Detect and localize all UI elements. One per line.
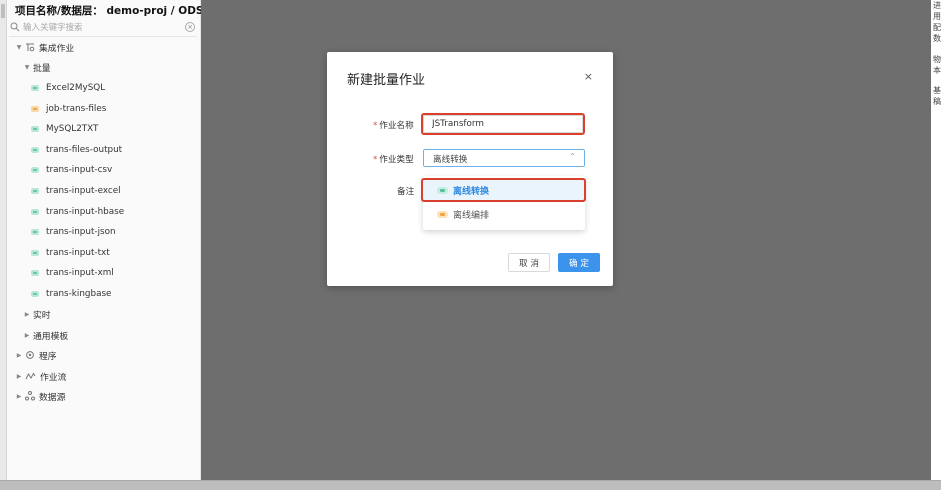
right-side-panel: 进 用 配 数 物 本 基 稿 — [931, 0, 941, 480]
new-batch-job-dialog: 新建批量作业 × *作业名称 *作业类型 离线转换 ⌃ 备注 离线转换 离线编排… — [327, 52, 613, 286]
tree-node-job[interactable]: trans-input-xml — [31, 264, 114, 282]
tree-label: trans-input-csv — [46, 165, 113, 176]
right-panel-char: 进 — [933, 1, 941, 10]
search-bar: × — [9, 20, 197, 37]
tree-node-job[interactable]: trans-input-hbase — [31, 203, 124, 221]
tree-node-job[interactable]: Excel2MySQL — [31, 79, 105, 97]
confirm-button[interactable]: 确 定 — [558, 253, 600, 272]
right-panel-char: 稿 — [933, 97, 941, 106]
tree-node-job[interactable]: trans-kingbase — [31, 285, 111, 303]
tree-label: Excel2MySQL — [46, 83, 106, 93]
orchestration-job-icon — [31, 105, 39, 112]
workflow-icon — [25, 372, 36, 379]
option-label: 离线转换 — [453, 187, 490, 197]
job-name-input[interactable] — [423, 115, 583, 133]
job-type-label: * 作业类型 — [373, 153, 414, 165]
bottom-bar — [0, 480, 941, 490]
batch-job-icon — [31, 167, 39, 174]
tree-node-datasource[interactable]: ▶ 数据源 — [15, 387, 65, 405]
tree-node-job[interactable]: trans-input-json — [31, 223, 116, 241]
tree-node-integration[interactable]: ▼ 集成作业 — [15, 38, 74, 56]
dropdown-option-offline-transform[interactable]: 离线转换 — [423, 180, 585, 201]
tree-label: job-trans-files — [46, 103, 107, 114]
tree-node-template[interactable]: ▶ 通用模板 — [23, 326, 69, 344]
tree-node-program[interactable]: ▶ 程序 — [15, 346, 57, 364]
tree-label: trans-input-txt — [46, 247, 110, 258]
tree-label: 通用模板 — [33, 331, 69, 342]
tree-label: MySQL2TXT — [46, 124, 99, 135]
batch-job-icon — [31, 291, 39, 297]
chevron-up-icon[interactable]: ⌃ — [569, 152, 576, 161]
right-panel-char: 数 — [933, 34, 941, 43]
tree-label: 程序 — [39, 351, 57, 362]
batch-job-icon — [31, 249, 39, 256]
cancel-button[interactable]: 取 消 — [508, 253, 550, 272]
right-panel-char: 配 — [933, 23, 941, 32]
offline-transform-icon — [437, 187, 448, 194]
integration-icon — [26, 43, 35, 51]
tree-label: trans-kingbase — [46, 289, 112, 299]
tree-node-job[interactable]: MySQL2TXT — [31, 120, 98, 138]
search-input[interactable] — [23, 21, 183, 34]
batch-job-icon — [31, 126, 39, 133]
dialog-title: 新建批量作业 — [347, 73, 426, 88]
batch-job-icon — [31, 85, 39, 91]
tree-node-job[interactable]: trans-input-txt — [31, 244, 110, 262]
tree-label: trans-input-excel — [46, 186, 121, 196]
job-type-select[interactable]: 离线转换 ⌃ — [423, 149, 585, 167]
tree-node-job[interactable]: trans-files-output — [31, 141, 122, 159]
batch-job-icon — [31, 229, 39, 236]
gear-icon — [26, 351, 34, 359]
batch-job-icon — [31, 146, 39, 153]
caret-down-icon[interactable]: ▼ — [23, 64, 31, 71]
remark-label: 备注 — [397, 187, 415, 197]
sidebar: 项目名称/数据层： demo-proj / ODS × ▼ 集成作业 ▼ 批量 … — [7, 0, 204, 480]
job-name-label: * 作业名称 — [373, 119, 414, 131]
job-type-dropdown: 离线转换 离线编排 — [423, 176, 585, 230]
caret-down-icon[interactable]: ▼ — [15, 44, 23, 51]
batch-job-icon — [31, 270, 39, 277]
batch-job-icon — [31, 208, 39, 215]
caret-right-icon[interactable]: ▶ — [23, 332, 31, 339]
tree-label: 实时 — [33, 310, 51, 321]
search-icon — [10, 22, 20, 32]
dropdown-option-offline-orchestration[interactable]: 离线编排 — [423, 204, 585, 225]
offline-orchestration-icon — [437, 211, 448, 218]
job-name-label-text: 作业名称 — [379, 121, 414, 131]
job-type-label-text: 作业类型 — [379, 155, 414, 165]
right-panel-char: 本 — [933, 66, 941, 75]
close-icon[interactable]: × — [584, 70, 593, 83]
tree-label: trans-input-json — [46, 227, 116, 238]
sidebar-title: 项目名称/数据层： demo-proj / ODS — [15, 5, 204, 17]
right-panel-char: 用 — [933, 12, 941, 21]
job-type-selected-value: 离线转换 — [433, 155, 468, 165]
tree-label: trans-files-output — [46, 144, 123, 155]
tree-node-job[interactable]: trans-input-csv — [31, 161, 112, 179]
tree-node-job[interactable]: job-trans-files — [31, 100, 106, 118]
right-panel-char: 物 — [933, 55, 941, 64]
tree-label: 批量 — [33, 63, 51, 74]
tree-label: 作业流 — [40, 372, 67, 383]
tree-label: trans-input-hbase — [46, 206, 125, 217]
tree-node-job[interactable]: trans-input-excel — [31, 182, 121, 200]
option-label: 离线编排 — [453, 211, 490, 221]
left-edge-strip — [0, 0, 7, 490]
caret-right-icon[interactable]: ▶ — [15, 352, 23, 359]
datasource-icon — [25, 391, 35, 401]
tree-label: 集成作业 — [39, 43, 75, 54]
tree-label: 数据源 — [39, 392, 66, 403]
caret-right-icon[interactable]: ▶ — [15, 373, 23, 380]
right-panel-char: 基 — [933, 86, 941, 95]
caret-right-icon[interactable]: ▶ — [15, 393, 23, 400]
tree-node-workflow[interactable]: ▶ 作业流 — [15, 367, 66, 385]
required-marker: * — [373, 155, 378, 165]
clear-icon[interactable]: × — [185, 22, 195, 32]
batch-job-icon — [31, 188, 39, 194]
tree-node-realtime[interactable]: ▶ 实时 — [23, 305, 51, 323]
edge-tab-marker — [1, 4, 5, 18]
caret-right-icon[interactable]: ▶ — [23, 311, 31, 318]
tree-node-batch[interactable]: ▼ 批量 — [23, 58, 51, 76]
tree-label: trans-input-xml — [46, 268, 114, 279]
required-marker: * — [373, 121, 378, 131]
